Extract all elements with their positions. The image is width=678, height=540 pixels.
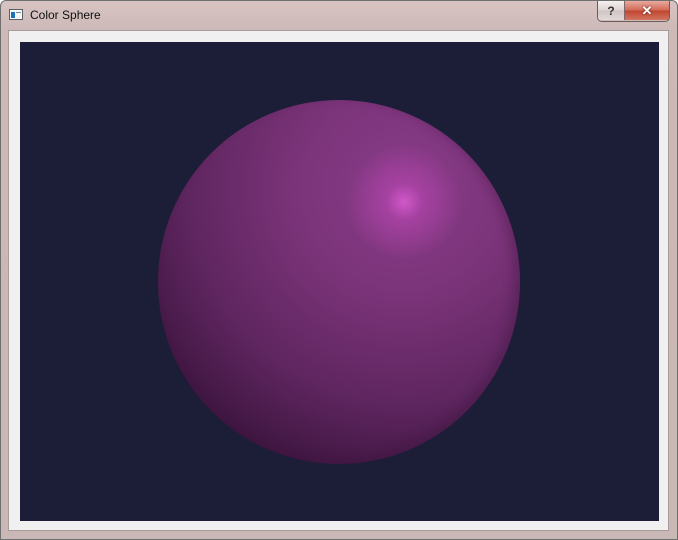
window-title: Color Sphere [30,8,101,22]
title-bar[interactable]: Color Sphere ? ✕ [1,1,677,29]
caption-buttons: ? ✕ [597,1,670,22]
question-mark-icon: ? [607,3,615,18]
client-area [8,30,669,531]
help-button[interactable]: ? [598,1,625,20]
opengl-viewport[interactable] [20,42,659,521]
shaded-sphere [158,100,520,464]
close-icon: ✕ [641,2,653,18]
app-window: Color Sphere ? ✕ [0,0,678,540]
application-window-icon[interactable] [9,9,23,20]
close-button[interactable]: ✕ [625,1,669,20]
